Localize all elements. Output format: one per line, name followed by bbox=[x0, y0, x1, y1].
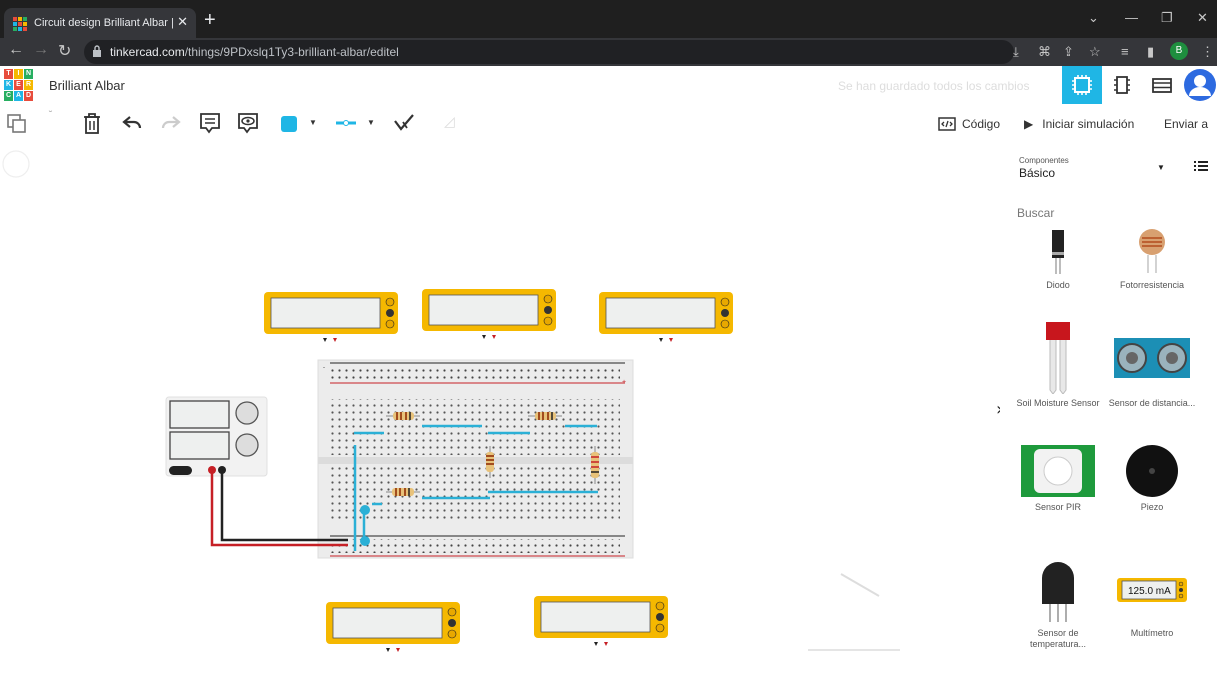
category-select[interactable]: Básico bbox=[1019, 166, 1055, 180]
play-icon: ▶ bbox=[1024, 117, 1034, 131]
components-panel: Componentes Básico ▼ Buscar Diodo Fotorr… bbox=[1005, 136, 1217, 677]
component-pir-sensor[interactable]: Sensor PIR bbox=[1013, 444, 1103, 513]
paste-icon[interactable]: ˘ bbox=[49, 110, 52, 121]
ultrasonic-sensor-icon bbox=[1114, 338, 1190, 378]
translate-icon[interactable]: ⌘ bbox=[1038, 44, 1051, 60]
rotate-icon[interactable]: ◿ bbox=[444, 113, 455, 130]
soil-moisture-sensor-icon bbox=[1046, 322, 1070, 394]
component-list-view-button[interactable] bbox=[1142, 66, 1182, 104]
lock-icon bbox=[93, 45, 101, 57]
diode-icon bbox=[1052, 230, 1064, 274]
tab-close-icon[interactable]: ✕ bbox=[177, 14, 188, 30]
list-view-icon[interactable] bbox=[1194, 160, 1208, 172]
multimeter-3[interactable] bbox=[599, 292, 733, 342]
save-status: Se han guardado todos los cambios bbox=[838, 79, 1030, 93]
wire-style-icon[interactable] bbox=[335, 120, 357, 126]
back-icon[interactable]: ← bbox=[8, 41, 24, 59]
code-icon bbox=[938, 117, 956, 131]
tinkercad-app: T I N K E R C A D Brilliant Albar Se han… bbox=[0, 66, 1217, 677]
multimeter-4[interactable] bbox=[326, 602, 460, 652]
url-field[interactable]: tinkercad.com/things/9PDxslq1Ty3-brillia… bbox=[84, 40, 1014, 64]
components-caption: Componentes bbox=[1019, 156, 1069, 165]
forward-icon[interactable]: → bbox=[33, 41, 49, 59]
minimize-icon[interactable]: — bbox=[1125, 10, 1138, 25]
copy-icon[interactable] bbox=[7, 114, 27, 134]
piezo-icon bbox=[1126, 445, 1178, 497]
category-dropdown-icon[interactable]: ▼ bbox=[1157, 163, 1165, 172]
power-supply[interactable] bbox=[165, 396, 268, 477]
collapse-panel-chevron-icon[interactable]: › bbox=[996, 399, 1003, 420]
component-diode[interactable]: Diodo bbox=[1013, 228, 1103, 291]
user-avatar-icon bbox=[1184, 69, 1216, 101]
component-photoresistor[interactable]: Fotorresistencia bbox=[1107, 228, 1197, 291]
bookmark-star-icon[interactable]: ☆ bbox=[1089, 44, 1101, 60]
schematic-view-icon bbox=[1114, 76, 1130, 94]
address-bar-row: ← → ↻ tinkercad.com/things/9PDxslq1Ty3-b… bbox=[0, 38, 1217, 66]
project-name[interactable]: Brilliant Albar bbox=[49, 78, 125, 93]
wire-node[interactable] bbox=[360, 505, 370, 515]
circuit-drawing: - + bbox=[2, 150, 1003, 652]
component-soil-moisture-sensor[interactable]: Soil Moisture Sensor bbox=[1013, 322, 1103, 409]
component-multimeter[interactable]: 125.0 mA Multímetro bbox=[1107, 562, 1197, 639]
temperature-sensor-icon bbox=[1042, 562, 1074, 622]
svg-text:-: - bbox=[323, 365, 325, 371]
profile-avatar[interactable]: B bbox=[1170, 42, 1188, 60]
start-simulation-button[interactable]: ▶ Iniciar simulación bbox=[1024, 117, 1134, 131]
browser-tab-bar: Circuit design Brilliant Albar | Tin ✕ +… bbox=[0, 0, 1217, 42]
fit-view-icon[interactable] bbox=[2, 150, 30, 178]
component-temperature-sensor[interactable]: Sensor de temperatura... bbox=[1013, 562, 1103, 650]
tab-title: Circuit design Brilliant Albar | Tin bbox=[34, 17, 174, 29]
circuit-view-icon bbox=[1072, 75, 1092, 95]
maximize-icon[interactable]: ❐ bbox=[1161, 10, 1173, 26]
multimeter-reading: 125.0 mA bbox=[1128, 586, 1171, 597]
component-distance-sensor[interactable]: Sensor de distancia... bbox=[1107, 322, 1197, 409]
multimeter-2[interactable] bbox=[422, 289, 556, 339]
component-piezo[interactable]: Piezo bbox=[1107, 444, 1197, 513]
reading-list-icon[interactable]: ≡ bbox=[1121, 44, 1129, 59]
new-tab-icon[interactable]: + bbox=[204, 10, 216, 30]
circuit-view-button[interactable] bbox=[1062, 66, 1102, 104]
browser-menu-icon[interactable]: ⋮ bbox=[1201, 44, 1214, 60]
tab-search-icon[interactable]: ⌄ bbox=[1088, 10, 1099, 26]
wire-color-swatch[interactable] bbox=[281, 116, 297, 132]
wire-node[interactable] bbox=[360, 536, 370, 546]
pir-sensor-icon bbox=[1021, 445, 1095, 497]
multimeter-1[interactable] bbox=[264, 292, 398, 342]
browser-tab[interactable]: Circuit design Brilliant Albar | Tin ✕ bbox=[4, 8, 196, 42]
notes-icon[interactable] bbox=[199, 112, 221, 134]
undo-icon[interactable] bbox=[122, 115, 142, 131]
schematic-view-button[interactable] bbox=[1102, 66, 1142, 104]
code-button[interactable]: Código bbox=[938, 117, 1000, 131]
delete-icon[interactable] bbox=[82, 112, 102, 134]
wire-style-dropdown-icon[interactable]: ▼ bbox=[367, 118, 375, 127]
send-to-button[interactable]: Enviar a bbox=[1164, 117, 1208, 131]
tinkercad-favicon-icon bbox=[13, 17, 27, 31]
search-field[interactable]: Buscar bbox=[1017, 206, 1054, 220]
toggle-notes-visibility-icon[interactable] bbox=[237, 112, 259, 134]
redo-icon[interactable] bbox=[161, 115, 181, 131]
url-host: tinkercad.com bbox=[110, 45, 185, 59]
table-view-icon bbox=[1152, 78, 1172, 93]
color-dropdown-icon[interactable]: ▼ bbox=[309, 118, 317, 127]
share-icon[interactable]: ⇪ bbox=[1063, 44, 1074, 60]
circuit-canvas[interactable]: - + bbox=[0, 136, 1003, 677]
install-icon[interactable]: ⤓ bbox=[1013, 44, 1019, 60]
side-panel-icon[interactable]: ▮ bbox=[1147, 44, 1154, 60]
tinkercad-logo[interactable]: T I N K E R C A D bbox=[4, 68, 34, 102]
window-close-icon[interactable]: ✕ bbox=[1197, 10, 1208, 26]
multimeter-5[interactable] bbox=[534, 596, 668, 646]
reload-icon[interactable]: ↻ bbox=[58, 41, 71, 61]
user-avatar-button[interactable] bbox=[1182, 66, 1217, 104]
photoresistor-icon bbox=[1139, 229, 1165, 273]
faded-overlay-mark bbox=[840, 573, 880, 597]
svg-text:+: + bbox=[622, 379, 626, 386]
multimeter-icon: 125.0 mA bbox=[1117, 578, 1187, 602]
flip-icon[interactable] bbox=[393, 113, 415, 133]
url-path: /things/9PDxslq1Ty3-brilliant-albar/edit… bbox=[184, 45, 399, 59]
